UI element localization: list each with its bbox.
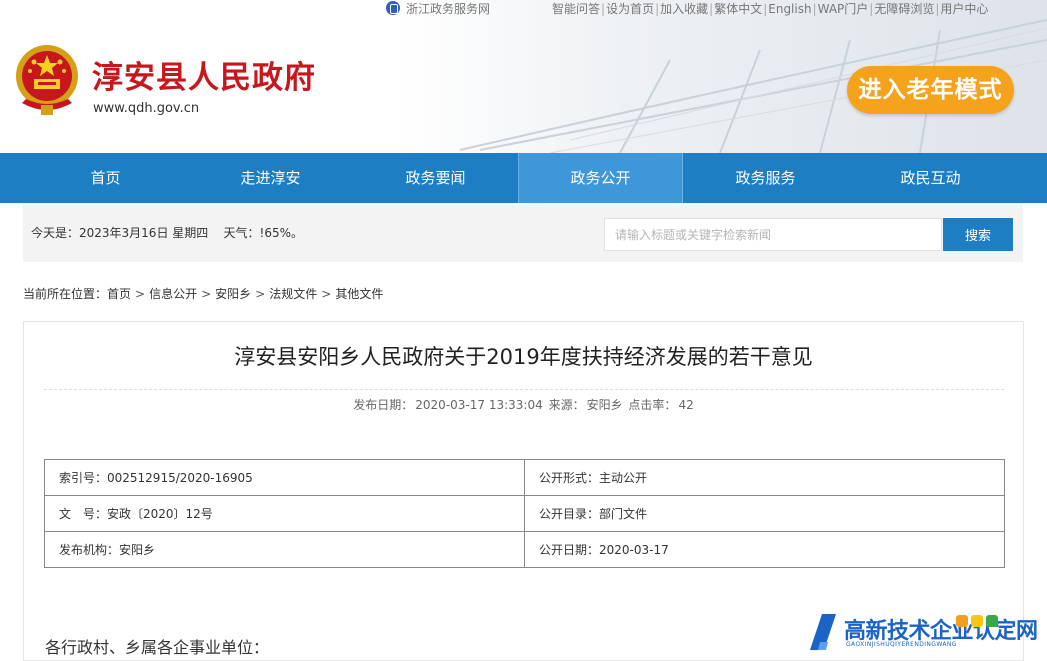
disclosure-form-cell: 公开形式：主动公开 [524,459,1005,496]
article-title: 淳安县安阳乡人民政府关于2019年度扶持经济发展的若干意见 [234,345,813,369]
nav-item-interaction[interactable]: 政民互动 [848,153,1013,203]
info-bar: 今天是：2023年3月16日 星期四 天气：!65%。 搜索 [23,205,1023,262]
breadcrumb-anyang[interactable]: 安阳乡 [215,287,251,301]
table-row: 文 号：安政〔2020〕12号 公开目录：部门文件 [44,495,1005,532]
article-meta: 发布日期： 2020-03-17 13:33:04 来源： 安阳乡 点击率： 42 [24,396,1023,413]
top-links-bar: 浙江政务服务网 智能问答|设为首页|加入收藏|繁体中文|English|WAP门… [386,1,988,17]
date-weather: 今天是：2023年3月16日 星期四 天气：!65%。 [31,205,303,262]
breadcrumb: 当前所在位置：首页 > 信息公开 > 安阳乡 > 法规文件 > 其他文件 [23,287,384,301]
nav-item-home[interactable]: 首页 [23,153,188,203]
national-emblem-logo [16,45,78,115]
accessibility-link[interactable]: 无障碍浏览 [874,2,934,16]
user-center-link[interactable]: 用户中心 [940,2,988,16]
nav-item-gov-news[interactable]: 政务要闻 [353,153,518,203]
elder-mode-button[interactable]: 进入老年模式 [847,66,1014,114]
document-info-table: 索引号：002512915/2020-16905 公开形式：主动公开 文 号：安… [44,459,1005,568]
smart-qa-link[interactable]: 智能问答 [552,2,600,16]
disclosure-category-cell: 公开目录：部门文件 [524,495,1005,532]
document-number-cell: 文 号：安政〔2020〕12号 [44,495,525,532]
utility-links: 智能问答|设为首页|加入收藏|繁体中文|English|WAP门户|无障碍浏览|… [552,2,989,16]
nav-item-gov-disclosure[interactable]: 政务公开 [518,153,683,203]
watermark: 高新技术企业认定网 GAOXINJISHUQIYERENDINGWANG [806,608,1047,653]
source-label: 来源： [548,398,585,412]
zhejiang-portal-link[interactable]: 浙江政务服务网 [406,2,490,16]
breadcrumb-other-docs[interactable]: 其他文件 [335,287,383,301]
table-row: 索引号：002512915/2020-16905 公开形式：主动公开 [44,459,1005,496]
nav-item-gov-services[interactable]: 政务服务 [683,153,848,203]
search-input[interactable] [604,218,942,251]
breadcrumb-regulations[interactable]: 法规文件 [269,287,317,301]
site-title: 淳安县人民政府 [92,60,316,96]
traditional-chinese-link[interactable]: 繁体中文 [714,2,762,16]
watermark-subtext: GAOXINJISHUQIYERENDINGWANG [846,641,957,648]
publish-date: 2020-03-17 13:33:04 [415,398,543,412]
wap-portal-link[interactable]: WAP门户 [818,2,869,16]
today-date: 今天是：2023年3月16日 星期四 [31,226,209,240]
clicks-label: 点击率： [628,398,677,412]
meta-divider [44,389,1004,390]
site-url: www.qdh.gov.cn [93,101,200,116]
add-favorite-link[interactable]: 加入收藏 [660,2,708,16]
index-number-cell: 索引号：002512915/2020-16905 [44,459,525,496]
publish-date-label: 发布日期： [353,398,414,412]
green-badge-icon [986,615,998,627]
article-body-start: 各行政村、乡属各企事业单位： [45,638,270,657]
source-value: 安阳乡 [586,398,623,412]
yellow-badge-icon [971,615,983,627]
breadcrumb-prefix: 当前所在位置： [23,287,108,301]
orange-badge-icon [956,615,968,627]
weather-label: 天气： [223,226,260,240]
table-row: 发布机构：安阳乡 公开日期：2020-03-17 [44,531,1005,568]
site-header: 浙江政务服务网 智能问答|设为首页|加入收藏|繁体中文|English|WAP门… [0,0,1047,153]
breadcrumb-info-disclosure[interactable]: 信息公开 [149,287,197,301]
breadcrumb-home[interactable]: 首页 [107,287,131,301]
clicks-value: 42 [678,398,694,412]
disclosure-date-cell: 公开日期：2020-03-17 [524,531,1005,568]
zhejiang-service-icon [386,1,400,15]
search-button[interactable]: 搜索 [943,218,1013,251]
set-homepage-link[interactable]: 设为首页 [606,2,654,16]
issuing-agency-cell: 发布机构：安阳乡 [44,531,525,568]
watermark-logo [810,614,836,650]
main-nav: 首页 走进淳安 政务要闻 政务公开 政务服务 政民互动 [0,153,1047,203]
nav-item-about-chunan[interactable]: 走进淳安 [188,153,353,203]
watermark-icons [956,612,1001,631]
weather-value: !65%。 [259,226,304,240]
english-link[interactable]: English [768,2,811,16]
